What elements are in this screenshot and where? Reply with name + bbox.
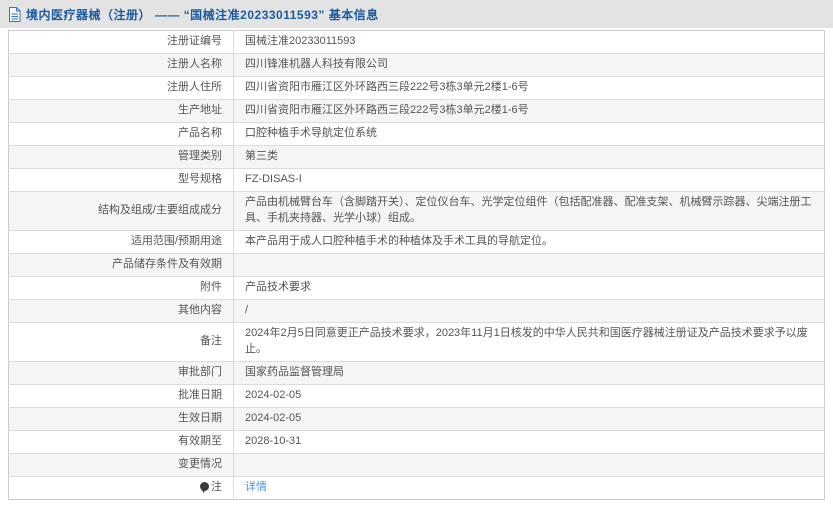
row-value: FZ-DISAS-I — [233, 168, 825, 192]
table-row-production-address: 生产地址 四川省资阳市雁江区外环路西三段222号3栋3单元2楼1-6号 — [8, 99, 825, 123]
details-link[interactable]: 详情 — [245, 481, 267, 493]
row-value: 四川省资阳市雁江区外环路西三段222号3栋3单元2楼1-6号 — [233, 99, 825, 123]
table-row-intended-use: 适用范围/预期用途 本产品用于成人口腔种植手术的种植体及手术工具的导航定位。 — [8, 229, 825, 254]
row-label: 注册证编号 — [8, 30, 234, 54]
table-row-note: 注 详情 — [8, 475, 825, 500]
row-label: 结构及组成/主要组成成分 — [8, 191, 234, 231]
row-value: 产品技术要求 — [233, 275, 825, 300]
page-header: 境内医疗器械（注册） —— “国械注准20233011593” 基本信息 — [0, 0, 833, 28]
table-row-management-class: 管理类别 第三类 — [8, 145, 825, 169]
table-row-registrant-address: 注册人住所 四川省资阳市雁江区外环路西三段222号3栋3单元2楼1-6号 — [8, 76, 825, 100]
row-label: 注册人名称 — [8, 53, 234, 77]
row-label: 型号规格 — [8, 168, 234, 192]
table-row-remarks: 备注 2024年2月5日同意更正产品技术要求，2023年11月1日核发的中华人民… — [8, 321, 825, 362]
row-label: 产品名称 — [8, 122, 234, 146]
row-value: 四川省资阳市雁江区外环路西三段222号3栋3单元2楼1-6号 — [233, 76, 825, 100]
row-label: 注 — [8, 475, 234, 500]
table-row-registrant-name: 注册人名称 四川锋准机器人科技有限公司 — [8, 53, 825, 77]
table-row-approval-department: 审批部门 国家药品监督管理局 — [8, 360, 825, 385]
table-row-attachment: 附件 产品技术要求 — [8, 275, 825, 300]
table-row-approval-date: 批准日期 2024-02-05 — [8, 383, 825, 408]
row-label: 有效期至 — [8, 429, 234, 454]
table-row-registration-number: 注册证编号 国械注准20233011593 — [8, 30, 825, 54]
table-row-change-status: 变更情况 — [8, 452, 825, 477]
row-value — [233, 452, 825, 477]
row-label: 变更情况 — [8, 452, 234, 477]
row-label: 生产地址 — [8, 99, 234, 123]
row-value: 国家药品监督管理局 — [233, 360, 825, 385]
row-value: / — [233, 298, 825, 323]
row-label: 批准日期 — [8, 383, 234, 408]
row-label: 注册人住所 — [8, 76, 234, 100]
row-value: 2024-02-05 — [233, 383, 825, 408]
row-label: 生效日期 — [8, 406, 234, 431]
table-row-effective-date: 生效日期 2024-02-05 — [8, 406, 825, 431]
table-row-product-name: 产品名称 口腔种植手术导航定位系统 — [8, 122, 825, 146]
table-row-expiry-date: 有效期至 2028-10-31 — [8, 429, 825, 454]
info-table: 注册证编号 国械注准20233011593 注册人名称 四川锋准机器人科技有限公… — [8, 30, 825, 500]
row-value — [233, 252, 825, 277]
note-icon — [200, 481, 209, 493]
row-label: 备注 — [8, 321, 234, 362]
row-label: 管理类别 — [8, 145, 234, 169]
row-label: 适用范围/预期用途 — [8, 229, 234, 254]
table-row-composition: 结构及组成/主要组成成分 产品由机械臂台车（含脚踏开关）、定位仪台车、光学定位组… — [8, 191, 825, 231]
row-value: 2028-10-31 — [233, 429, 825, 454]
row-value: 国械注准20233011593 — [245, 35, 356, 48]
page-title: 境内医疗器械（注册） —— “国械注准20233011593” 基本信息 — [26, 7, 379, 22]
row-label-text: 注 — [211, 480, 222, 493]
row-label: 审批部门 — [8, 360, 234, 385]
table-row-other-content: 其他内容 / — [8, 298, 825, 323]
table-row-storage-conditions: 产品储存条件及有效期 — [8, 252, 825, 277]
row-label: 其他内容 — [8, 298, 234, 323]
row-value: 口腔种植手术导航定位系统 — [233, 122, 825, 146]
row-label: 产品储存条件及有效期 — [8, 252, 234, 277]
page: 境内医疗器械（注册） —— “国械注准20233011593” 基本信息 注册证… — [0, 0, 833, 515]
row-value: 产品由机械臂台车（含脚踏开关）、定位仪台车、光学定位组件（包括配准器、配准支架、… — [233, 191, 825, 231]
row-label: 附件 — [8, 275, 234, 300]
table-wrap: 注册证编号 国械注准20233011593 注册人名称 四川锋准机器人科技有限公… — [8, 30, 825, 500]
row-value: 2024年2月5日同意更正产品技术要求，2023年11月1日核发的中华人民共和国… — [233, 321, 825, 362]
row-value: 本产品用于成人口腔种植手术的种植体及手术工具的导航定位。 — [233, 229, 825, 254]
table-row-model-spec: 型号规格 FZ-DISAS-I — [8, 168, 825, 192]
row-value: 2024-02-05 — [233, 406, 825, 431]
document-icon — [8, 6, 21, 22]
row-value: 详情 — [233, 475, 825, 500]
row-value: 四川锋准机器人科技有限公司 — [233, 53, 825, 77]
row-value: 第三类 — [233, 145, 825, 169]
